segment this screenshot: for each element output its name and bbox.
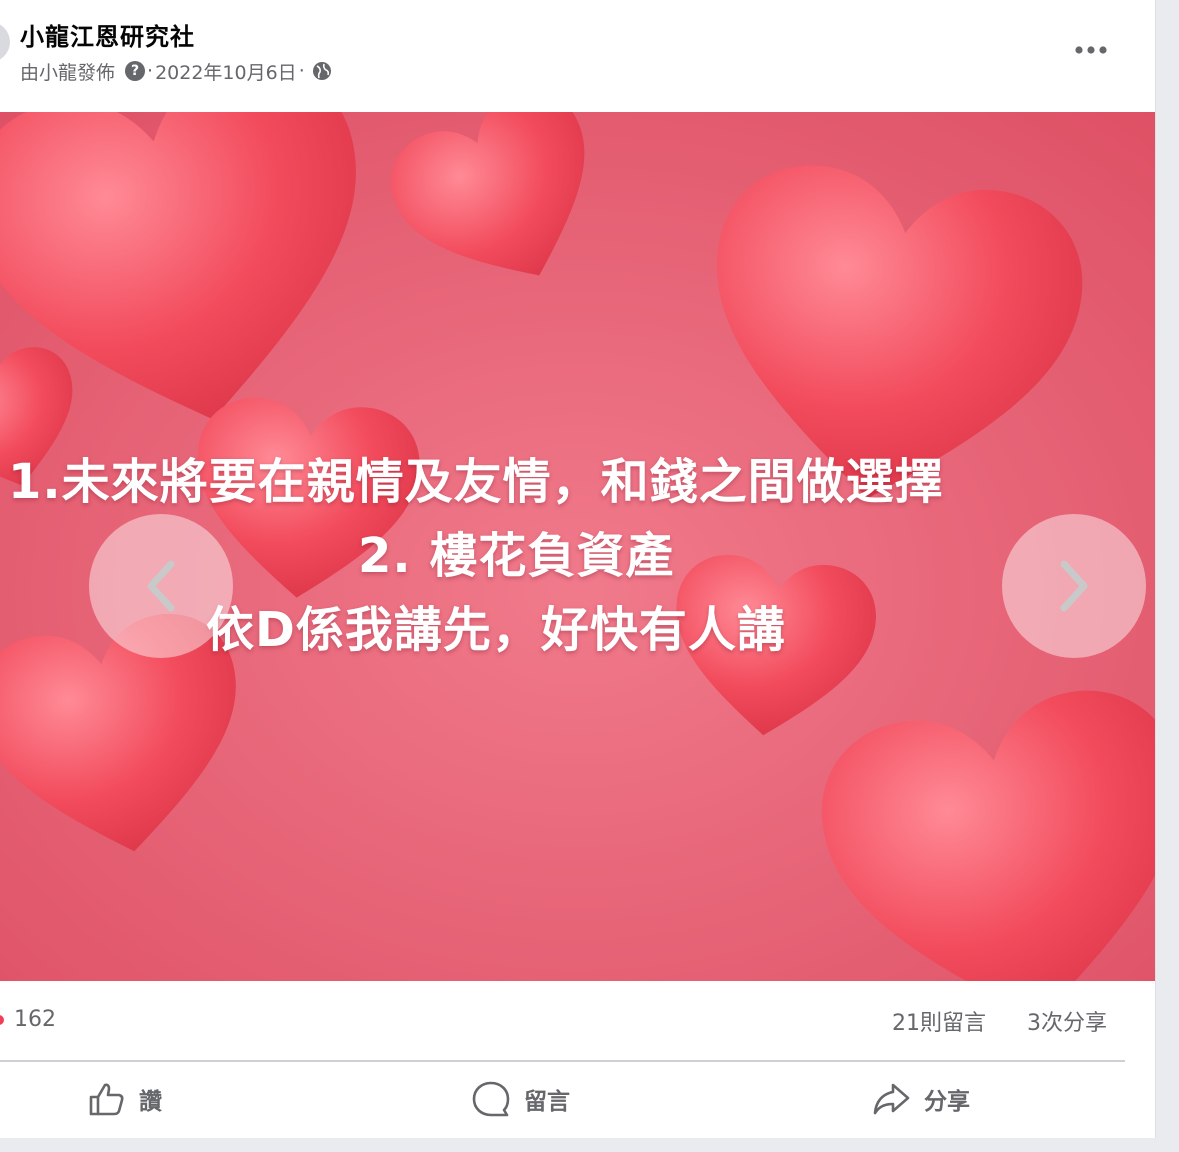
meta-separator-2: · bbox=[298, 60, 305, 82]
share-arrow-icon bbox=[873, 1083, 910, 1115]
share-count[interactable]: 3次分享 bbox=[1027, 1005, 1107, 1037]
post-card: 小龍江恩研究社 由小龍發佈 ? · 2022年10月6日 · 1.未來將要在親情… bbox=[0, 0, 1156, 1138]
comment-label: 留言 bbox=[524, 1089, 570, 1115]
more-options-button[interactable] bbox=[1066, 30, 1116, 70]
comment-button[interactable]: 留言 bbox=[472, 1068, 570, 1130]
post-photo[interactable]: 1.未來將要在親情及友情，和錢之間做選擇 2. 樓花負資產 依D係我講先，好快有… bbox=[0, 112, 1155, 981]
post-stats: 162 21則留言 3次分享 bbox=[0, 995, 1155, 1045]
share-label: 分享 bbox=[924, 1089, 970, 1115]
reaction-count[interactable]: 162 bbox=[14, 1007, 56, 1032]
help-icon[interactable]: ? bbox=[125, 61, 146, 81]
caption-line-1: 1.未來將要在親情及友情，和錢之間做選擇 bbox=[8, 454, 944, 510]
thumbs-up-icon bbox=[89, 1083, 124, 1116]
actions-divider bbox=[0, 1060, 1125, 1062]
comment-count[interactable]: 21則留言 bbox=[892, 1005, 986, 1037]
post-meta: 由小龍發佈 ? · 2022年10月6日 · bbox=[20, 58, 333, 84]
caption-line-3: 依D係我講先，好快有人講 bbox=[206, 602, 786, 658]
share-button[interactable]: 分享 bbox=[872, 1068, 970, 1130]
post-date[interactable]: 2022年10月6日 bbox=[155, 58, 297, 85]
post-header: 小龍江恩研究社 由小龍發佈 ? · 2022年10月6日 · bbox=[0, 0, 1155, 112]
previous-photo-button[interactable] bbox=[89, 514, 233, 658]
feed-gap bbox=[0, 1138, 1179, 1152]
page-name[interactable]: 小龍江恩研究社 bbox=[20, 17, 195, 52]
post-actions: 讚 留言 分享 bbox=[0, 1068, 1155, 1130]
chevron-left-icon bbox=[147, 560, 175, 612]
comment-bubble-icon bbox=[472, 1081, 510, 1117]
reaction-heart-icon[interactable] bbox=[0, 1015, 4, 1025]
meta-separator: · bbox=[147, 60, 154, 82]
like-button[interactable]: 讚 bbox=[87, 1068, 162, 1130]
next-photo-button[interactable] bbox=[1002, 514, 1146, 658]
chevron-right-icon bbox=[1060, 560, 1088, 612]
caption-line-2: 2. 樓花負資產 bbox=[358, 528, 675, 584]
avatar[interactable] bbox=[0, 22, 10, 62]
more-dots-icon bbox=[1075, 46, 1107, 54]
like-label: 讚 bbox=[139, 1089, 162, 1115]
posted-by: 由小龍發佈 bbox=[20, 61, 116, 84]
globe-icon[interactable] bbox=[311, 60, 333, 82]
